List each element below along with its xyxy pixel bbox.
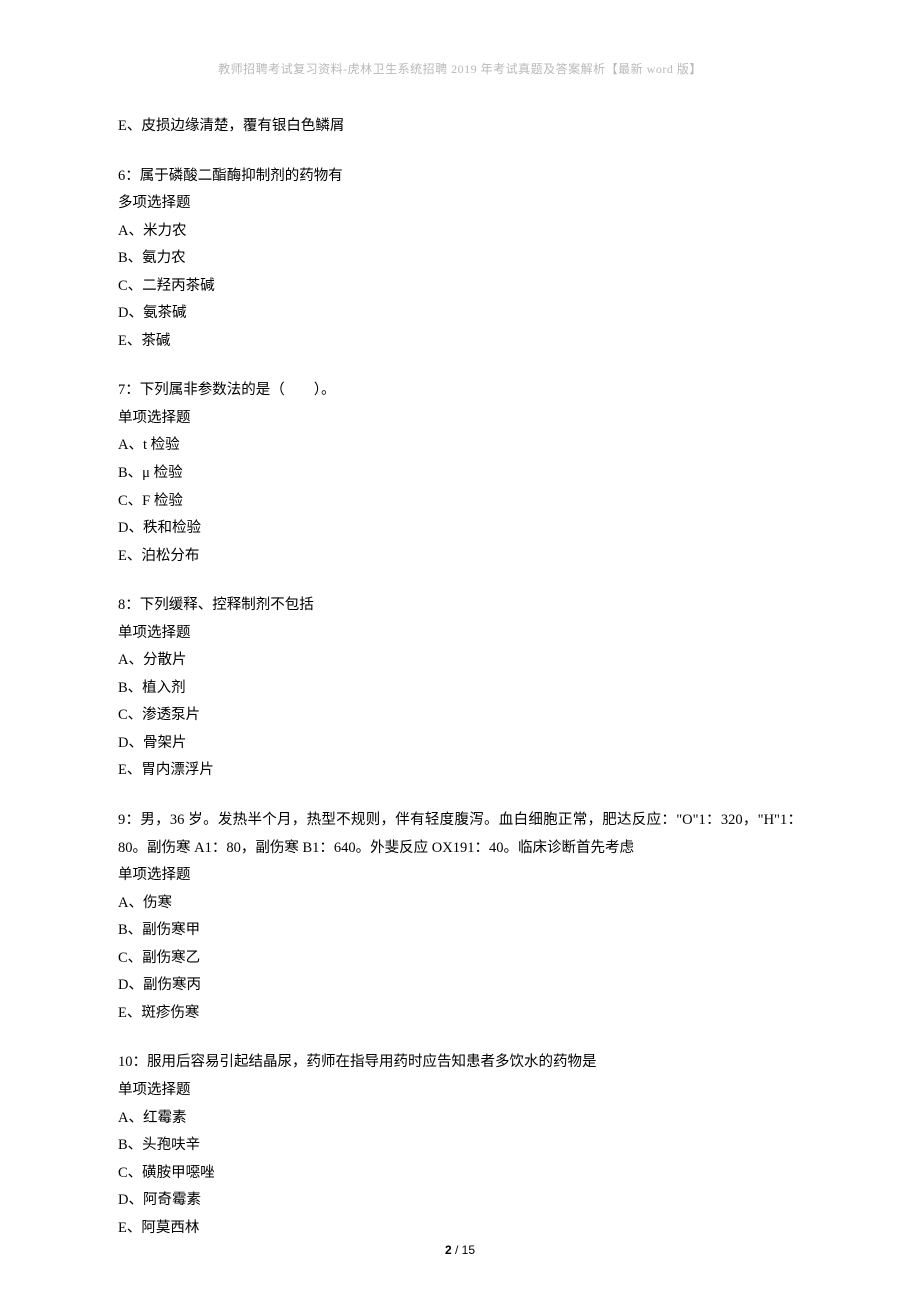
question-option: B、头孢呋辛	[118, 1132, 802, 1160]
question-block: 10：服用后容易引起结晶尿，药师在指导用药时应告知患者多饮水的药物是单项选择题A…	[118, 1049, 802, 1242]
question-option: A、分散片	[118, 647, 802, 675]
question-option: A、t 检验	[118, 432, 802, 460]
question-stem: 10：服用后容易引起结晶尿，药师在指导用药时应告知患者多饮水的药物是	[118, 1049, 802, 1077]
question-option: E、阿莫西林	[118, 1215, 802, 1243]
question-option: E、斑疹伤寒	[118, 1000, 802, 1028]
question-block: 8：下列缓释、控释制剂不包括单项选择题A、分散片B、植入剂C、渗透泵片D、骨架片…	[118, 592, 802, 785]
question-option: D、骨架片	[118, 730, 802, 758]
question-option: D、秩和检验	[118, 515, 802, 543]
question-stem: 8：下列缓释、控释制剂不包括	[118, 592, 802, 620]
page-header: 教师招聘考试复习资料-虎林卫生系统招聘 2019 年考试真题及答案解析【最新 w…	[118, 60, 802, 77]
question-stem: 7：下列属非参数法的是（ ）。	[118, 377, 802, 405]
page-total: 15	[462, 1243, 475, 1257]
question-option: B、μ 检验	[118, 460, 802, 488]
question-option: C、二羟丙茶碱	[118, 273, 802, 301]
question-block: 9：男，36 岁。发热半个月，热型不规则，伴有轻度腹泻。血白细胞正常，肥达反应：…	[118, 807, 802, 1027]
question-option: B、副伤寒甲	[118, 917, 802, 945]
question-option: C、磺胺甲噁唑	[118, 1160, 802, 1188]
question-option: A、红霉素	[118, 1105, 802, 1133]
page-footer: 2 / 15	[0, 1243, 920, 1257]
question-stem: 9：男，36 岁。发热半个月，热型不规则，伴有轻度腹泻。血白细胞正常，肥达反应：…	[118, 807, 802, 862]
page-current: 2	[445, 1243, 452, 1257]
question-option: A、伤寒	[118, 890, 802, 918]
question-option: B、氨力农	[118, 245, 802, 273]
question-option: D、氨茶碱	[118, 300, 802, 328]
question-option: C、渗透泵片	[118, 702, 802, 730]
question-type: 多项选择题	[118, 190, 802, 218]
document-body: E、皮损边缘清楚，覆有银白色鳞屑 6：属于磷酸二酯酶抑制剂的药物有多项选择题A、…	[118, 113, 802, 1242]
question-option: C、副伤寒乙	[118, 945, 802, 973]
question-option: D、阿奇霉素	[118, 1187, 802, 1215]
page-sep: /	[452, 1243, 462, 1257]
question-block: 7：下列属非参数法的是（ ）。单项选择题A、t 检验B、μ 检验C、F 检验D、…	[118, 377, 802, 570]
question-option: E、泊松分布	[118, 543, 802, 571]
question-option: D、副伤寒丙	[118, 972, 802, 1000]
question-type: 单项选择题	[118, 620, 802, 648]
question-option: B、植入剂	[118, 675, 802, 703]
question-option: C、F 检验	[118, 488, 802, 516]
question-block: 6：属于磷酸二酯酶抑制剂的药物有多项选择题A、米力农B、氨力农C、二羟丙茶碱D、…	[118, 163, 802, 356]
question-type: 单项选择题	[118, 1077, 802, 1105]
question-stem: 6：属于磷酸二酯酶抑制剂的药物有	[118, 163, 802, 191]
prev-question-tail-option: E、皮损边缘清楚，覆有银白色鳞屑	[118, 113, 802, 141]
question-type: 单项选择题	[118, 862, 802, 890]
question-type: 单项选择题	[118, 405, 802, 433]
question-option: E、胃内漂浮片	[118, 757, 802, 785]
question-option: E、茶碱	[118, 328, 802, 356]
question-option: A、米力农	[118, 218, 802, 246]
